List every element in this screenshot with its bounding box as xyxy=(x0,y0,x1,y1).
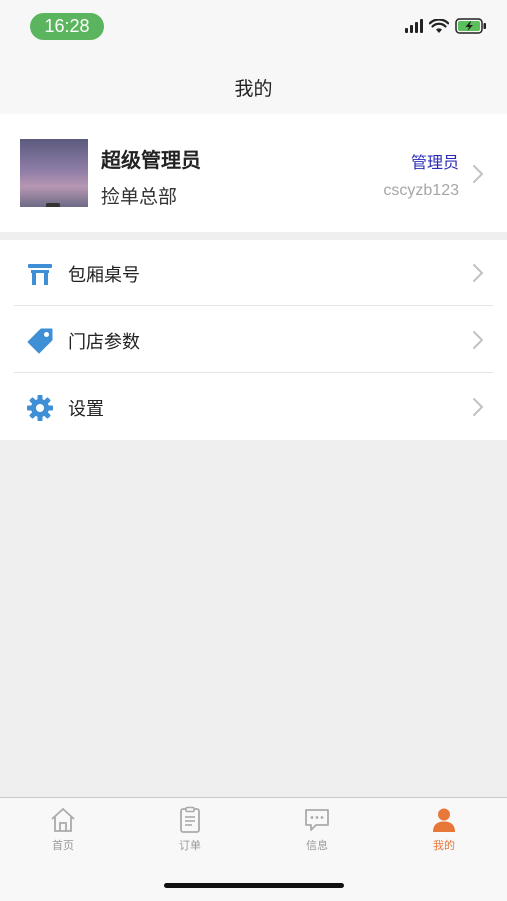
chevron-right-icon xyxy=(471,263,485,283)
user-icon xyxy=(430,806,458,834)
status-icons xyxy=(405,18,487,34)
signal-icon xyxy=(405,19,423,33)
message-icon xyxy=(303,806,331,834)
tab-label: 信息 xyxy=(306,839,328,852)
profile-role: 管理员 xyxy=(410,153,459,172)
divider xyxy=(14,305,493,306)
tab-home[interactable]: 首页 xyxy=(33,806,93,856)
profile-card[interactable]: 超级管理员 捡单总部 管理员 cscyzb123 xyxy=(0,114,507,232)
battery-icon xyxy=(455,18,487,34)
nav-bar: 我的 xyxy=(0,58,507,116)
menu-item-settings[interactable]: 设置 xyxy=(0,374,507,440)
tab-messages[interactable]: 信息 xyxy=(287,806,347,856)
menu-label: 门店参数 xyxy=(68,332,140,353)
menu-item-table-number[interactable]: 包厢桌号 xyxy=(0,240,507,306)
gear-icon xyxy=(26,394,54,422)
divider xyxy=(14,372,493,373)
page-title: 我的 xyxy=(234,78,273,100)
table-icon xyxy=(26,260,54,288)
tab-label: 我的 xyxy=(433,839,455,852)
avatar xyxy=(20,139,88,207)
tag-icon xyxy=(26,327,54,355)
profile-account: cscyzb123 xyxy=(383,182,459,199)
home-icon xyxy=(49,806,77,834)
menu-list: 包厢桌号 门店参数 设置 xyxy=(0,240,507,440)
chevron-right-icon xyxy=(471,330,485,350)
clipboard-icon xyxy=(176,806,204,834)
tab-orders[interactable]: 订单 xyxy=(160,806,220,856)
menu-item-store-params[interactable]: 门店参数 xyxy=(0,307,507,373)
menu-label: 包厢桌号 xyxy=(68,265,140,286)
tab-label: 订单 xyxy=(179,839,201,852)
chevron-right-icon xyxy=(471,164,485,184)
menu-label: 设置 xyxy=(68,399,104,420)
wifi-icon xyxy=(429,18,449,34)
status-time: 16:28 xyxy=(30,13,104,40)
tab-mine[interactable]: 我的 xyxy=(414,806,474,856)
profile-org: 捡单总部 xyxy=(101,186,178,208)
chevron-right-icon xyxy=(471,397,485,417)
profile-name: 超级管理员 xyxy=(101,148,201,172)
status-bar: 16:28 xyxy=(0,0,507,58)
home-indicator xyxy=(164,883,344,888)
tab-label: 首页 xyxy=(52,839,74,852)
